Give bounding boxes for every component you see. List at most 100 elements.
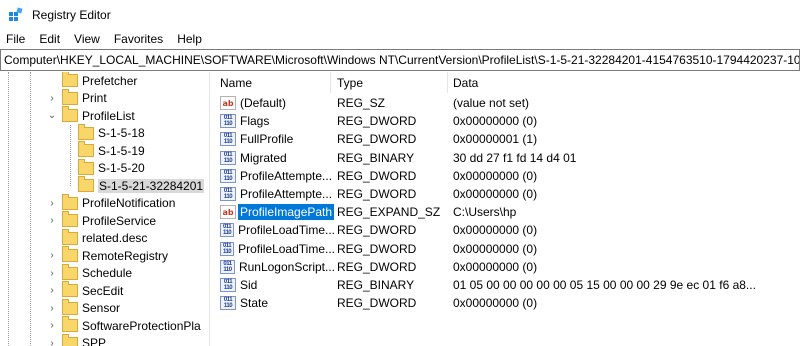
value-name: Flags bbox=[240, 114, 270, 129]
expand-chevron-icon[interactable]: › bbox=[47, 335, 57, 346]
values-list-pane[interactable]: Name Type Data ab (Default) REG_SZ (value n… bbox=[210, 72, 800, 346]
value-name-cell[interactable]: 011 110 ProfileLoadTime... bbox=[220, 221, 335, 239]
address-path[interactable]: Computer\HKEY_LOCAL_MACHINE\SOFTWARE\Mic… bbox=[4, 53, 799, 67]
folder-icon bbox=[62, 333, 78, 346]
tree-node[interactable]: ProfileList bbox=[62, 106, 135, 124]
folder-icon bbox=[62, 263, 78, 280]
value-type: REG_BINARY bbox=[337, 278, 415, 292]
value-type: REG_DWORD bbox=[337, 114, 417, 129]
value-name-cell[interactable]: 011 110 FullProfile bbox=[220, 130, 335, 148]
key-tree-pane[interactable]: Prefetcher › Print ⌄ ProfileList S-1-5-18 S-1-… bbox=[0, 72, 210, 346]
tree-node[interactable]: S-1-5-21-32284201 bbox=[78, 176, 205, 194]
expand-chevron-icon[interactable]: › bbox=[47, 300, 57, 317]
folder-icon bbox=[62, 228, 78, 245]
value-type: REG_BINARY bbox=[337, 150, 415, 165]
value-row[interactable]: 011 110 Flags REG_DWORD 0x00000000 (0) bbox=[210, 112, 800, 130]
tree-node[interactable]: S-1-5-19 bbox=[78, 141, 145, 159]
value-data: 01 05 00 00 00 00 00 05 15 00 00 00 29 9… bbox=[453, 278, 756, 292]
tree-node[interactable]: SPP bbox=[62, 333, 106, 346]
value-row[interactable]: 011 110 State REG_DWORD 0x00000000 (0) bbox=[210, 294, 800, 312]
menu-help[interactable]: Help bbox=[170, 30, 209, 49]
collapse-chevron-icon[interactable]: ⌄ bbox=[47, 107, 57, 124]
value-row[interactable]: 011 110 FullProfile REG_DWORD 0x00000001 (1… bbox=[210, 130, 800, 148]
tree-node[interactable]: Sensor bbox=[62, 298, 121, 317]
value-row[interactable]: 011 110 ProfileAttempte... REG_DWORD 0x0000… bbox=[210, 185, 800, 203]
binary-value-icon: 011 110 bbox=[220, 132, 236, 147]
expand-chevron-icon[interactable]: › bbox=[47, 247, 57, 264]
folder-icon bbox=[62, 106, 78, 122]
binary-value-icon: 011 110 bbox=[220, 114, 236, 129]
value-row[interactable]: 011 110 ProfileLoadTime... REG_DWORD 0x0000… bbox=[210, 221, 800, 239]
value-name-cell[interactable]: ab ProfileImagePath bbox=[220, 203, 335, 221]
string-value-icon: ab bbox=[220, 205, 236, 220]
column-separator[interactable] bbox=[330, 72, 331, 93]
tree-node[interactable]: SecEdit bbox=[62, 281, 123, 299]
tree-node[interactable]: ProfileNotification bbox=[62, 193, 175, 212]
value-name-cell[interactable]: 011 110 State bbox=[220, 294, 335, 312]
value-row[interactable]: 011 110 ProfileLoadTime... REG_DWORD 0x0000… bbox=[210, 240, 800, 258]
column-separator[interactable] bbox=[447, 72, 448, 93]
expand-chevron-icon[interactable]: › bbox=[47, 212, 57, 229]
tree-node-label: ProfileList bbox=[82, 108, 135, 123]
binary-value-icon: 011 110 bbox=[220, 278, 236, 292]
value-type: REG_EXPAND_SZ bbox=[337, 205, 441, 220]
value-name-cell[interactable]: 011 110 RunLogonScript... bbox=[220, 258, 335, 276]
tree-node[interactable]: Prefetcher bbox=[62, 72, 137, 89]
value-name: ProfileAttempte... bbox=[240, 187, 333, 201]
binary-value-icon: 011 110 bbox=[220, 296, 236, 311]
expand-chevron-icon[interactable]: › bbox=[47, 317, 57, 334]
value-name-cell[interactable]: 011 110 Migrated bbox=[220, 149, 335, 167]
tree-guide-line bbox=[70, 124, 71, 186]
column-header-name[interactable]: Name bbox=[220, 72, 330, 93]
tree-node[interactable]: RemoteRegistry bbox=[62, 246, 168, 264]
menu-edit[interactable]: Edit bbox=[32, 30, 67, 49]
value-name-cell[interactable]: 011 110 ProfileLoadTime... bbox=[220, 240, 335, 258]
value-name: ProfileLoadTime... bbox=[238, 241, 335, 256]
value-name-cell[interactable]: 011 110 Sid bbox=[220, 276, 335, 294]
value-row[interactable]: 011 110 Migrated REG_BINARY 30 dd 27 f1 fd … bbox=[210, 149, 800, 167]
value-row[interactable]: 011 110 RunLogonScript... REG_DWORD 0x00000… bbox=[210, 258, 800, 276]
menu-bar: File Edit View Favorites Help bbox=[0, 30, 800, 49]
folder-icon bbox=[62, 246, 78, 262]
expand-chevron-icon[interactable]: › bbox=[47, 282, 57, 299]
tree-node[interactable]: Print bbox=[62, 88, 107, 107]
tree-node-label: S-1-5-20 bbox=[98, 161, 145, 175]
tree-node[interactable]: S-1-5-20 bbox=[78, 158, 145, 177]
tree-node[interactable]: Schedule bbox=[62, 263, 133, 282]
value-name-cell[interactable]: 011 110 Flags bbox=[220, 112, 335, 130]
tree-node[interactable]: SoftwareProtectionPla bbox=[62, 316, 201, 334]
tree-guide-line bbox=[8, 72, 9, 346]
tree-node[interactable]: ProfileService bbox=[62, 211, 156, 229]
value-row[interactable]: ab (Default) REG_SZ (value not set) bbox=[210, 94, 800, 112]
value-data: C:\Users\hp bbox=[453, 205, 517, 220]
menu-view[interactable]: View bbox=[67, 30, 107, 49]
window-title: Registry Editor bbox=[32, 8, 111, 22]
value-row[interactable]: ab ProfileImagePath REG_EXPAND_SZ C:\Users\… bbox=[210, 203, 800, 221]
value-data: 30 dd 27 f1 fd 14 d4 01 bbox=[453, 150, 577, 165]
expand-chevron-icon[interactable]: › bbox=[47, 90, 57, 107]
value-name-cell[interactable]: ab (Default) bbox=[220, 94, 335, 112]
value-data: 0x00000000 (0) bbox=[453, 296, 538, 311]
tree-node-label: Print bbox=[82, 91, 107, 105]
tree-node-label: S-1-5-21-32284201 bbox=[98, 178, 205, 193]
value-data: 0x00000000 (0) bbox=[453, 259, 538, 274]
value-row[interactable]: 011 110 Sid REG_BINARY 01 05 00 00 00 00 00… bbox=[210, 276, 800, 294]
binary-value-icon: 011 110 bbox=[220, 187, 236, 201]
tree-node-label: Sensor bbox=[82, 301, 121, 315]
menu-file[interactable]: File bbox=[0, 30, 32, 49]
menu-favorites[interactable]: Favorites bbox=[107, 30, 170, 49]
tree-node-label: Prefetcher bbox=[82, 73, 138, 88]
column-header-data[interactable]: Data bbox=[453, 72, 753, 93]
value-row[interactable]: 011 110 ProfileAttempte... REG_DWORD 0x0000… bbox=[210, 167, 800, 185]
tree-node[interactable]: S-1-5-18 bbox=[78, 123, 145, 142]
value-name-cell[interactable]: 011 110 ProfileAttempte... bbox=[220, 185, 335, 203]
tree-node-label: related.desc bbox=[82, 231, 148, 245]
address-bar[interactable]: Computer\HKEY_LOCAL_MACHINE\SOFTWARE\Mic… bbox=[0, 49, 800, 71]
tree-node-label: Schedule bbox=[82, 266, 133, 280]
column-header-type[interactable]: Type bbox=[337, 72, 447, 93]
folder-icon bbox=[62, 193, 78, 210]
expand-chevron-icon[interactable]: › bbox=[47, 265, 57, 282]
tree-node[interactable]: related.desc bbox=[62, 228, 148, 247]
value-name-cell[interactable]: 011 110 ProfileAttempte... bbox=[220, 167, 335, 185]
expand-chevron-icon[interactable]: › bbox=[47, 195, 57, 212]
